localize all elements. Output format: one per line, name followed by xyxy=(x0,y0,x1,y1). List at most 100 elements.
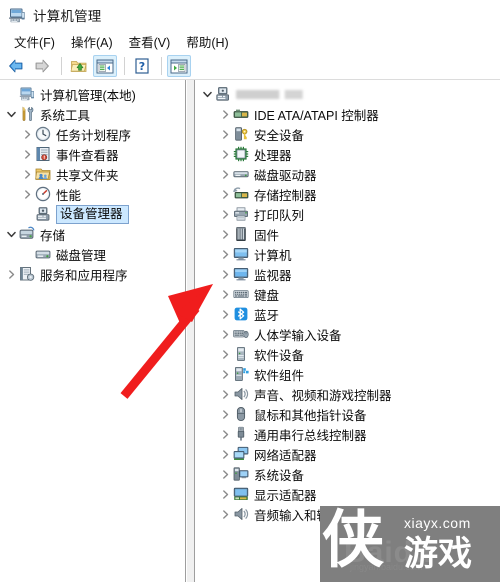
tree-item-shared-folders[interactable]: 共享文件夹 xyxy=(16,164,185,184)
chevron-right-icon[interactable] xyxy=(218,266,233,282)
tree-item-event-viewer[interactable]: 事件查看器 xyxy=(16,144,185,164)
chevron-right-icon[interactable] xyxy=(218,186,233,202)
tree-item-system-tools[interactable]: 系统工具 xyxy=(0,104,185,124)
menu-view[interactable]: 查看(V) xyxy=(122,30,180,53)
disk-drive-icon xyxy=(233,166,249,182)
device-category-label: 存储控制器 xyxy=(254,188,317,203)
software-device-icon xyxy=(233,346,249,362)
device-category-print-queues[interactable]: 打印队列 xyxy=(216,204,500,224)
device-category-computer[interactable]: 计算机 xyxy=(216,244,500,264)
window-title: 计算机管理 xyxy=(33,8,102,24)
chevron-right-icon[interactable] xyxy=(218,206,233,222)
chevron-right-icon[interactable] xyxy=(218,286,233,302)
up-folder-button[interactable] xyxy=(67,55,91,77)
device-category-display-adapters[interactable]: 显示适配器 xyxy=(216,484,500,504)
menu-help[interactable]: 帮助(H) xyxy=(179,30,237,53)
sidebar-item-device-manager[interactable]: 设备管理器 xyxy=(16,204,185,224)
device-category-network-adapters[interactable]: 网络适配器 xyxy=(216,444,500,464)
device-category-label: 监视器 xyxy=(254,268,292,283)
audio-io-icon xyxy=(233,506,249,522)
device-category-label: 软件设备 xyxy=(254,348,305,363)
tree-item-label: 任务计划程序 xyxy=(56,128,132,143)
device-category-keyboards[interactable]: 键盘 xyxy=(216,284,500,304)
security-device-icon xyxy=(233,126,249,142)
device-category-label: 处理器 xyxy=(254,148,292,163)
device-category-sound-video-game-controllers[interactable]: 声音、视频和游戏控制器 xyxy=(216,384,500,404)
chevron-right-icon[interactable] xyxy=(218,426,233,442)
tree-item-label: 事件查看器 xyxy=(56,148,119,163)
tree-item-disk-management[interactable]: 磁盘管理 xyxy=(16,244,185,264)
device-tree-root[interactable] xyxy=(198,84,500,104)
tree-item-computer-management-local[interactable]: 计算机管理(本地) xyxy=(0,84,185,104)
toolbar: ? xyxy=(0,53,500,80)
chevron-right-icon[interactable] xyxy=(218,326,233,342)
device-category-mice[interactable]: 鼠标和其他指针设备 xyxy=(216,404,500,424)
firmware-icon xyxy=(233,226,249,242)
pane-splitter[interactable] xyxy=(187,80,195,582)
chevron-right-icon[interactable] xyxy=(218,466,233,482)
hid-icon xyxy=(233,326,249,342)
menu-bar: 文件(F) 操作(A) 查看(V) 帮助(H) xyxy=(0,29,500,53)
tree-item-task-scheduler[interactable]: 任务计划程序 xyxy=(16,124,185,144)
device-category-security-devices[interactable]: 安全设备 xyxy=(216,124,500,144)
tree-item-performance[interactable]: 性能 xyxy=(16,184,185,204)
chevron-right-icon[interactable] xyxy=(218,406,233,422)
device-category-disk-drives[interactable]: 磁盘驱动器 xyxy=(216,164,500,184)
menu-action[interactable]: 操作(A) xyxy=(64,30,122,53)
help-button[interactable]: ? xyxy=(130,55,154,77)
device-category-processors[interactable]: 处理器 xyxy=(216,144,500,164)
chevron-right-icon[interactable] xyxy=(218,346,233,362)
device-category-label: 蓝牙 xyxy=(254,308,280,323)
chevron-right-icon[interactable] xyxy=(218,126,233,142)
back-button[interactable] xyxy=(4,55,28,77)
menu-file[interactable]: 文件(F) xyxy=(7,30,64,53)
chevron-right-icon[interactable] xyxy=(218,246,233,262)
device-category-hid[interactable]: 人体学输入设备 xyxy=(216,324,500,344)
device-category-storage-controllers[interactable]: 存储控制器 xyxy=(216,184,500,204)
chevron-right-icon[interactable] xyxy=(218,226,233,242)
chevron-right-icon[interactable] xyxy=(218,306,233,322)
device-category-software-components[interactable]: 软件组件 xyxy=(216,364,500,384)
device-category-label: 键盘 xyxy=(254,288,280,303)
device-category-system-devices[interactable]: 系统设备 xyxy=(216,464,500,484)
sound-video-game-icon xyxy=(233,386,249,402)
chevron-down-icon[interactable] xyxy=(4,226,19,242)
device-category-usb-controllers[interactable]: 通用串行总线控制器 xyxy=(216,424,500,444)
chevron-right-icon[interactable] xyxy=(218,146,233,162)
device-category-firmware[interactable]: 固件 xyxy=(216,224,500,244)
show-action-pane-button[interactable] xyxy=(167,55,191,77)
watermark-overlay: Baidu jingyan.baidu.com 侠 xiayx.com 游戏 xyxy=(320,506,500,582)
software-component-icon xyxy=(233,366,249,382)
chevron-right-icon[interactable] xyxy=(218,166,233,182)
device-category-monitors[interactable]: 监视器 xyxy=(216,264,500,284)
chevron-right-icon[interactable] xyxy=(218,386,233,402)
chevron-right-icon[interactable] xyxy=(20,146,35,162)
chevron-down-icon[interactable] xyxy=(4,106,19,122)
forward-button[interactable] xyxy=(30,55,54,77)
mouse-icon xyxy=(233,406,249,422)
device-category-bluetooth[interactable]: 蓝牙 xyxy=(216,304,500,324)
chevron-right-icon[interactable] xyxy=(218,366,233,382)
chevron-right-icon[interactable] xyxy=(20,126,35,142)
toolbar-separator-2 xyxy=(124,57,125,75)
tree-item-storage[interactable]: 存储 xyxy=(0,224,185,244)
chevron-right-icon[interactable] xyxy=(4,266,19,282)
shared-folders-icon xyxy=(35,166,51,182)
device-category-software-devices[interactable]: 软件设备 xyxy=(216,344,500,364)
chevron-right-icon[interactable] xyxy=(218,506,233,522)
chevron-right-icon[interactable] xyxy=(218,446,233,462)
show-console-tree-button[interactable] xyxy=(93,55,117,77)
chevron-down-icon[interactable] xyxy=(200,86,215,102)
chevron-right-icon[interactable] xyxy=(20,186,35,202)
chevron-right-icon[interactable] xyxy=(20,166,35,182)
console-tree-pane[interactable]: 计算机管理(本地) 系统工具 任务计划程序 事件查看器 共享文件夹 性能 设备管… xyxy=(0,80,186,582)
network-adapter-icon xyxy=(233,446,249,462)
expander-placeholder xyxy=(20,246,35,262)
chevron-right-icon[interactable] xyxy=(218,486,233,502)
tree-item-services-and-applications[interactable]: 服务和应用程序 xyxy=(0,264,185,284)
computer-icon xyxy=(19,86,35,102)
chevron-right-icon[interactable] xyxy=(218,106,233,122)
device-category-ide-controller[interactable]: IDE ATA/ATAPI 控制器 xyxy=(216,104,500,124)
device-category-label: 人体学输入设备 xyxy=(254,328,342,343)
computer-management-icon xyxy=(8,6,26,24)
